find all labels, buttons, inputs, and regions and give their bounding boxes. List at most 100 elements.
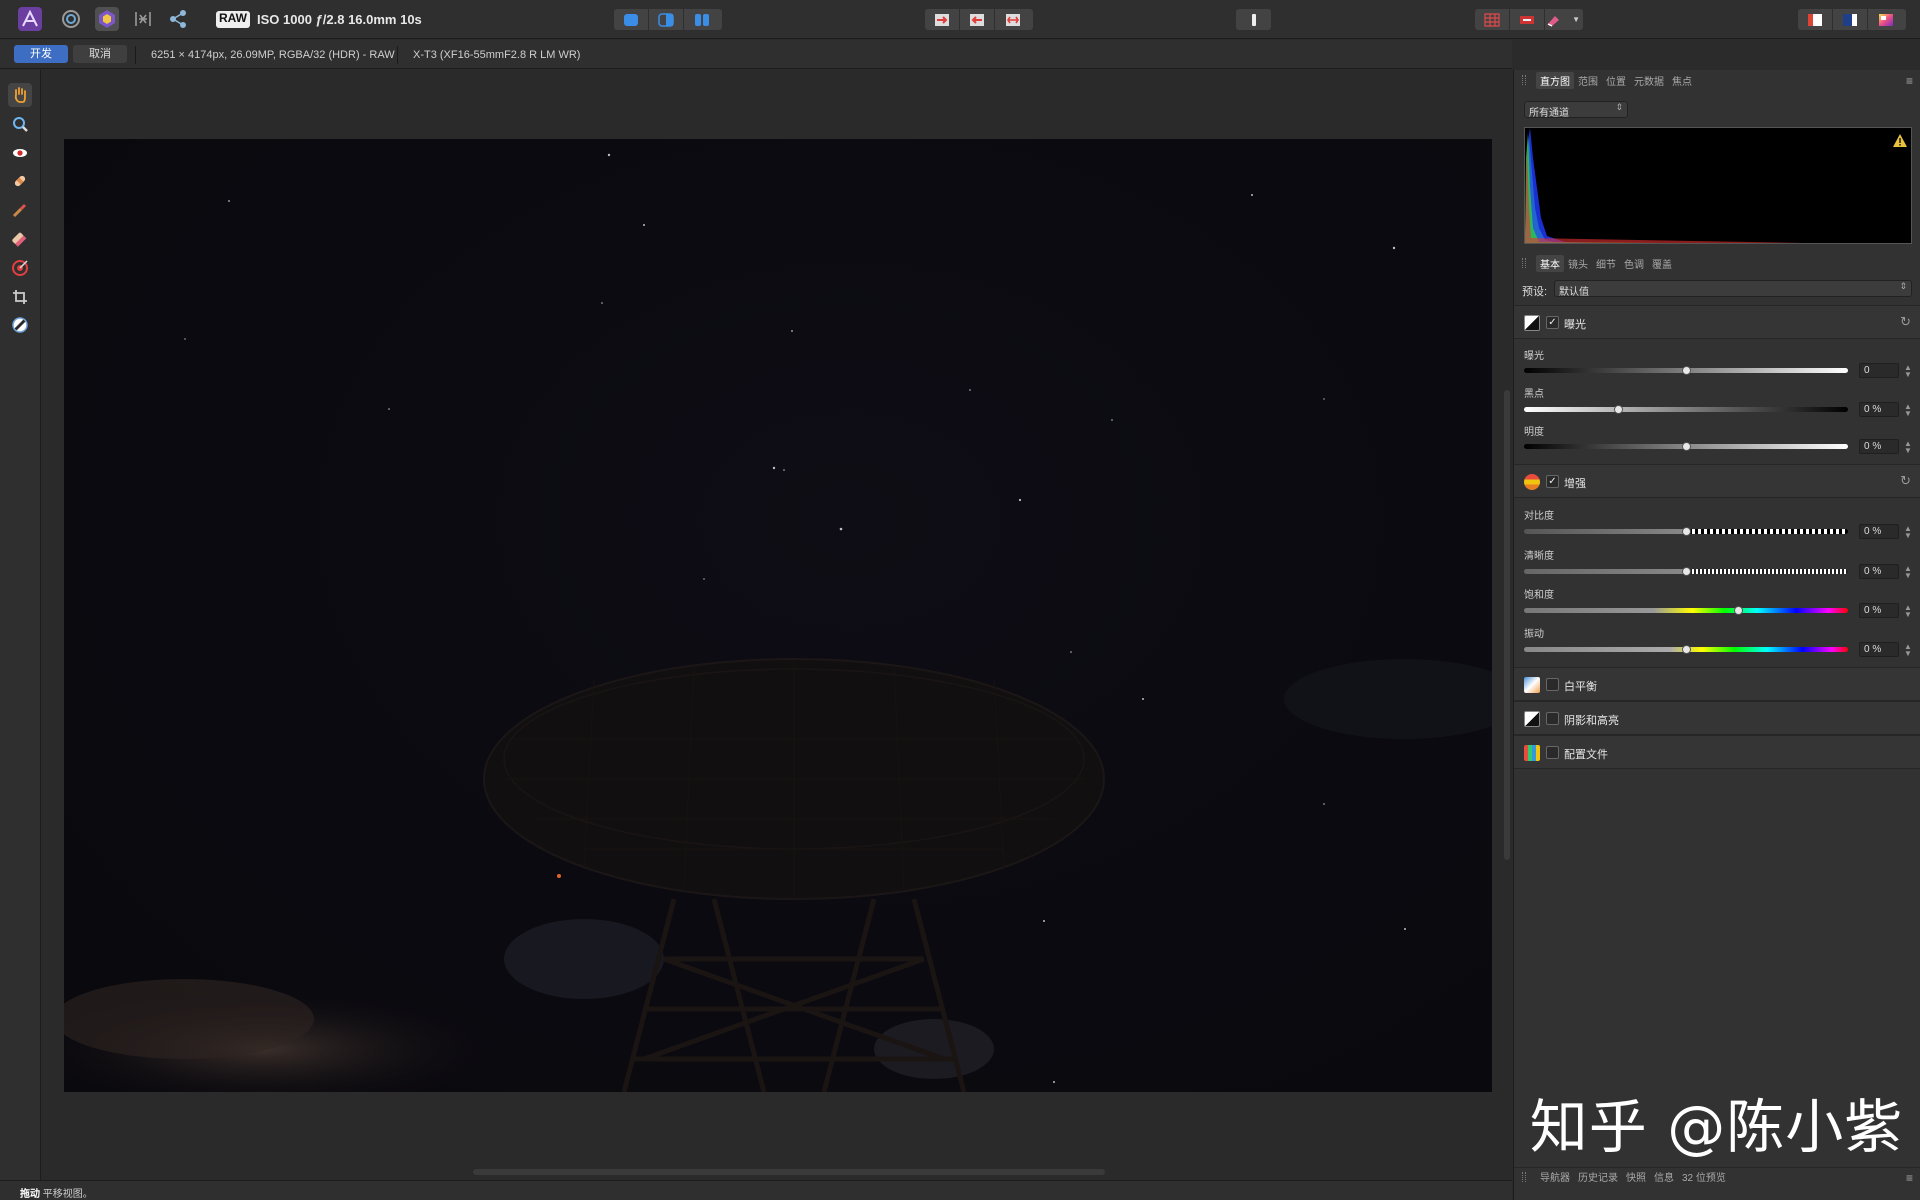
saturation-slider[interactable] <box>1524 606 1848 615</box>
slider-knob[interactable] <box>1613 405 1623 414</box>
tab-snapshots[interactable]: 快照 <box>1622 1168 1650 1185</box>
clip-tones-button[interactable] <box>995 9 1030 30</box>
document-canvas[interactable] <box>41 70 1512 1180</box>
raw-photo[interactable] <box>64 139 1492 1092</box>
overlay-gradient-tool-icon[interactable] <box>8 256 32 280</box>
tab-navigator[interactable]: 导航器 <box>1536 1168 1574 1185</box>
enhance-enable-checkbox[interactable]: ✓ <box>1546 475 1559 488</box>
enhance-section-header[interactable]: ✓ 增强 ↻ <box>1514 464 1920 498</box>
channel-select[interactable]: 所有通道 ⇕ <box>1524 101 1628 119</box>
red-eye-tool-icon[interactable] <box>8 141 32 165</box>
profile-section-header[interactable]: 配置文件 <box>1514 735 1920 769</box>
stepper-arrows-icon[interactable]: ▲ ▼ <box>1904 643 1912 658</box>
tab-scope[interactable]: 范围 <box>1574 72 1602 89</box>
updown-arrow-icon: ⇕ <box>1899 281 1907 291</box>
shadows-highlights-section-header[interactable]: 阴影和高亮 <box>1514 701 1920 735</box>
panel-grip-icon[interactable] <box>1522 258 1526 268</box>
preset-select[interactable]: 默认值 ⇕ <box>1554 280 1912 298</box>
cancel-button[interactable]: 取消 <box>73 45 127 63</box>
contrast-value-field[interactable]: 0 % <box>1859 524 1899 539</box>
tab-metadata[interactable]: 元数据 <box>1630 72 1668 89</box>
tab-details[interactable]: 细节 <box>1592 255 1620 272</box>
profile-enable-checkbox[interactable] <box>1546 746 1559 759</box>
tab-overlays[interactable]: 覆盖 <box>1648 255 1676 272</box>
white-balance-enable-checkbox[interactable] <box>1546 678 1559 691</box>
panel-menu-icon[interactable]: ≡ <box>1902 73 1917 89</box>
liquify-persona-icon[interactable] <box>59 7 83 31</box>
saturation-value-field[interactable]: 0 % <box>1859 603 1899 618</box>
white-balance-section-header[interactable]: 白平衡 <box>1514 667 1920 701</box>
stepper-arrows-icon[interactable]: ▲ ▼ <box>1904 525 1912 540</box>
crop-tool-icon[interactable] <box>8 285 32 309</box>
clarity-value-field[interactable]: 0 % <box>1859 564 1899 579</box>
contrast-slider[interactable] <box>1524 527 1848 536</box>
single-view-button[interactable] <box>614 9 649 30</box>
overlay-erase-tool-icon[interactable] <box>8 227 32 251</box>
tab-basic[interactable]: 基本 <box>1536 254 1564 272</box>
stepper-arrows-icon[interactable]: ▲ ▼ <box>1904 440 1912 455</box>
horizontal-scrollbar[interactable] <box>473 1169 1105 1175</box>
slider-knob[interactable] <box>1733 606 1743 615</box>
reset-icon[interactable]: ↻ <box>1900 473 1911 489</box>
reset-icon[interactable]: ↻ <box>1900 314 1911 330</box>
slider-knob[interactable] <box>1682 645 1691 654</box>
clip-shadows-button[interactable] <box>960 9 995 30</box>
vibrance-value-field[interactable]: 0 % <box>1859 642 1899 657</box>
chevron-down-icon[interactable]: ▼ <box>1572 15 1580 24</box>
develop-button[interactable]: 开发 <box>14 45 68 63</box>
panel-menu-icon[interactable]: ≡ <box>1902 1170 1917 1186</box>
clarity-slider[interactable] <box>1524 567 1848 576</box>
tab-focus[interactable]: 焦点 <box>1668 72 1696 89</box>
tone-mapping-persona-icon[interactable] <box>131 7 155 31</box>
tab-32bit-preview[interactable]: 32 位预览 <box>1678 1168 1730 1185</box>
erase-overlay-button[interactable]: ▼ <box>1545 9 1580 30</box>
blemish-tool-icon[interactable] <box>8 169 32 193</box>
exposure-enable-checkbox[interactable]: ✓ <box>1546 316 1559 329</box>
vertical-scrollbar[interactable] <box>1504 390 1510 860</box>
divider <box>397 46 398 64</box>
black-point-value-field[interactable]: 0 % <box>1859 402 1899 417</box>
tab-tones[interactable]: 色调 <box>1620 255 1648 272</box>
affinity-photo-persona-icon[interactable] <box>18 7 42 31</box>
panel-toggle-icon[interactable] <box>1833 9 1868 30</box>
hand-tool-icon[interactable] <box>8 83 32 107</box>
brush-toggle-button[interactable] <box>1236 9 1271 30</box>
zoom-tool-icon[interactable] <box>8 112 32 136</box>
panel-grip-icon[interactable] <box>1522 75 1526 85</box>
gradient-overlay-button[interactable] <box>1510 9 1545 30</box>
black-point-slider[interactable] <box>1524 405 1848 414</box>
slider-knob[interactable] <box>1682 567 1691 576</box>
tab-location[interactable]: 位置 <box>1602 72 1630 89</box>
shadows-highlights-enable-checkbox[interactable] <box>1546 712 1559 725</box>
brightness-slider[interactable] <box>1524 442 1848 451</box>
tab-histogram[interactable]: 直方图 <box>1536 71 1574 89</box>
slider-knob[interactable] <box>1682 442 1691 451</box>
exposure-slider[interactable] <box>1524 366 1848 375</box>
panel-grip-icon[interactable] <box>1522 1172 1526 1182</box>
exposure-value-field[interactable]: 0 <box>1859 363 1899 378</box>
slider-knob[interactable] <box>1682 527 1691 536</box>
split-view-button[interactable] <box>649 9 684 30</box>
grid-overlay-button[interactable] <box>1475 9 1510 30</box>
export-persona-icon[interactable] <box>166 7 190 31</box>
exposure-section-header[interactable]: ✓ 曝光 ↻ <box>1514 305 1920 339</box>
slider-knob[interactable] <box>1682 366 1691 375</box>
tab-lens[interactable]: 镜头 <box>1564 255 1592 272</box>
exposure-section-title: 曝光 <box>1564 319 1586 331</box>
vibrance-slider[interactable] <box>1524 645 1848 654</box>
develop-persona-icon[interactable] <box>95 7 119 31</box>
overlay-paint-tool-icon[interactable] <box>8 198 32 222</box>
clip-highlights-button[interactable] <box>925 9 960 30</box>
tab-info[interactable]: 信息 <box>1650 1168 1678 1185</box>
mirror-view-button[interactable] <box>684 9 719 30</box>
stepper-arrows-icon[interactable]: ▲ ▼ <box>1904 604 1912 619</box>
stepper-arrows-icon[interactable]: ▲ ▼ <box>1904 565 1912 580</box>
before-after-icon[interactable] <box>1798 9 1833 30</box>
stepper-arrows-icon[interactable]: ▲ ▼ <box>1904 403 1912 418</box>
brightness-value-field[interactable]: 0 % <box>1859 439 1899 454</box>
white-balance-tool-icon[interactable] <box>8 313 32 337</box>
tab-history[interactable]: 历史记录 <box>1574 1168 1622 1185</box>
color-swatch-icon[interactable] <box>1868 9 1903 30</box>
stepper-arrows-icon[interactable]: ▲ ▼ <box>1904 364 1912 379</box>
slider-label-brightness: 明度 <box>1524 427 1544 438</box>
